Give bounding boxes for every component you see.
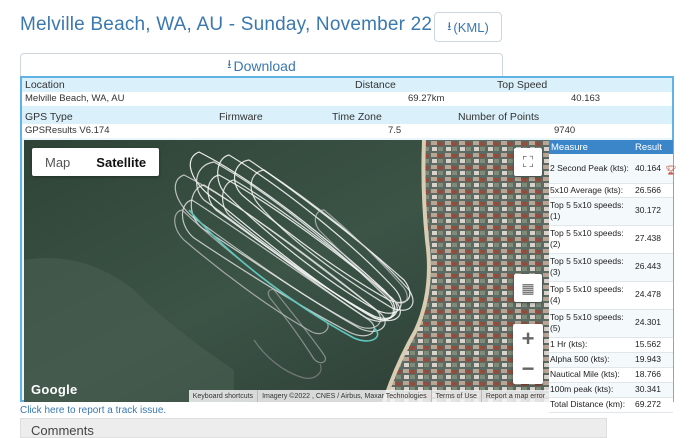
- result-value: 15.562: [635, 339, 661, 349]
- download-button-label: Download: [233, 57, 296, 74]
- header-time-zone: Time Zone: [332, 111, 382, 123]
- result-row: Top 5 5x10 speeds: (3) 26.443: [549, 254, 673, 282]
- result-label: 1 Hr (kts):: [550, 339, 588, 349]
- imagery-credit: Imagery ©2022 , CNES / Airbus, Maxar Tec…: [257, 390, 431, 402]
- gps-header-row: GPS Type Firmware Time Zone Number of Po…: [22, 110, 672, 124]
- result-label: Top 5 5x10 speeds: (3): [550, 256, 624, 277]
- map-attribution: Keyboard shortcuts Imagery ©2022 , CNES …: [188, 390, 549, 402]
- result-value: 18.766: [635, 369, 661, 379]
- results-header-measure: Measure: [551, 142, 588, 153]
- download-kml-button[interactable]: ⭳ (KML): [434, 12, 502, 42]
- zoom-out-button[interactable]: −: [513, 354, 543, 384]
- result-label: Top 5 5x10 speeds: (2): [550, 228, 624, 249]
- results-body: 2 Second Peak (kts): 40.164 🏆︎ 5x10 Aver…: [549, 154, 677, 413]
- result-row: Alpha 500 (kts): 19.943: [549, 353, 673, 368]
- value-location: Melville Beach, WA, AU: [25, 93, 125, 104]
- result-value: 69.272: [635, 399, 661, 409]
- result-row: 1 Hr (kts): 15.562: [549, 338, 673, 353]
- header-gps-type: GPS Type: [25, 111, 73, 123]
- value-top-speed: 40.163: [571, 93, 601, 104]
- result-value: 19.943: [635, 354, 661, 364]
- result-label: Top 5 5x10 speeds: (5): [550, 312, 624, 333]
- result-value: 26.443: [635, 261, 661, 271]
- map-type-satellite-button[interactable]: Satellite: [83, 148, 159, 176]
- result-row: 100m peak (kts): 30.341: [549, 383, 673, 398]
- result-label: Total Distance (km):: [550, 399, 626, 409]
- result-label: Top 5 5x10 speeds: (4): [550, 284, 624, 305]
- result-row: Top 5 5x10 speeds: (4) 24.478: [549, 282, 673, 310]
- report-map-error-link[interactable]: Report a map error: [480, 390, 549, 402]
- session-header-row: Location Distance Top Speed: [22, 78, 672, 92]
- result-label: Alpha 500 (kts):: [550, 354, 610, 364]
- header-firmware: Firmware: [219, 111, 263, 123]
- zoom-in-button[interactable]: +: [513, 324, 543, 354]
- map-type-control: Map Satellite: [32, 148, 160, 176]
- session-panel: Location Distance Top Speed Melville Bea…: [20, 76, 676, 413]
- header-distance: Distance: [355, 79, 396, 91]
- terms-of-use-link[interactable]: Terms of Use: [430, 390, 481, 402]
- trophy-icon: 🏆︎: [665, 165, 677, 175]
- value-number-of-points: 9740: [554, 125, 576, 136]
- map-imagery: [24, 140, 549, 402]
- value-time-zone: 7.5: [388, 125, 402, 136]
- map-type-map-button[interactable]: Map: [32, 148, 83, 176]
- layers-icon: ▦: [521, 279, 535, 296]
- result-label: 100m peak (kts):: [550, 384, 614, 394]
- results-header: Measure Result: [549, 140, 673, 154]
- result-row: 5x10 Average (kts): 26.566: [549, 184, 673, 198]
- result-row: 2 Second Peak (kts): 40.164 🏆︎: [549, 154, 677, 184]
- result-row: Top 5 5x10 speeds: (5) 24.301: [549, 310, 673, 338]
- result-value: 24.478: [635, 289, 661, 299]
- layers-button[interactable]: ▦: [514, 274, 542, 302]
- result-value: 27.438: [635, 233, 661, 243]
- fullscreen-button[interactable]: ⛶: [514, 148, 542, 176]
- result-value: 30.172: [635, 205, 661, 215]
- session-info-table: Location Distance Top Speed Melville Bea…: [22, 78, 672, 138]
- result-value: 26.566: [635, 185, 661, 195]
- result-row: Total Distance (km): 69.272: [549, 398, 673, 413]
- result-row: Top 5 5x10 speeds: (1) 30.172: [549, 198, 673, 226]
- results-table: Measure Result 2 Second Peak (kts): 40.1…: [549, 140, 676, 413]
- satellite-map[interactable]: Map Satellite ⛶ ▦ + − Google Keyboard sh…: [24, 140, 549, 402]
- download-icon: ⭳: [227, 57, 232, 71]
- header-number-of-points: Number of Points: [458, 111, 540, 123]
- value-distance: 69.27km: [408, 93, 445, 104]
- kml-button-label: (KML): [453, 19, 489, 35]
- comments-title: Comments: [31, 423, 94, 438]
- result-label: Nautical Mile (kts):: [550, 369, 620, 379]
- result-value: 24.301: [635, 317, 661, 327]
- zoom-out-icon: −: [521, 356, 535, 381]
- result-row: Nautical Mile (kts): 18.766: [549, 368, 673, 383]
- keyboard-shortcuts-link[interactable]: Keyboard shortcuts: [189, 390, 257, 402]
- results-header-result: Result: [635, 142, 662, 153]
- result-value: 40.164: [635, 163, 661, 173]
- comments-section: Comments: [20, 418, 607, 438]
- zoom-control: + −: [513, 324, 543, 384]
- page-title: Melville Beach, WA, AU - Sunday, Novembe…: [20, 14, 487, 35]
- download-icon: ⭳: [447, 18, 452, 33]
- report-track-issue-link[interactable]: Click here to report a track issue.: [20, 405, 166, 416]
- gps-value-row: GPSResults V6.174 7.5 9740: [22, 124, 672, 138]
- fullscreen-icon: ⛶: [522, 153, 534, 171]
- result-label: 5x10 Average (kts):: [550, 185, 624, 195]
- result-label: Top 5 5x10 speeds: (1): [550, 200, 624, 221]
- header-top-speed: Top Speed: [497, 79, 548, 91]
- result-label: 2 Second Peak (kts):: [550, 163, 629, 173]
- zoom-in-icon: +: [521, 326, 535, 351]
- session-value-row: Melville Beach, WA, AU 69.27km 40.163: [22, 92, 672, 106]
- result-value: 30.341: [635, 384, 661, 394]
- google-logo: Google: [31, 382, 78, 397]
- value-gps-type: GPSResults V6.174: [25, 125, 110, 136]
- header-location: Location: [25, 79, 65, 91]
- result-row: Top 5 5x10 speeds: (2) 27.438: [549, 226, 673, 254]
- download-button[interactable]: ⭳ Download: [20, 53, 503, 77]
